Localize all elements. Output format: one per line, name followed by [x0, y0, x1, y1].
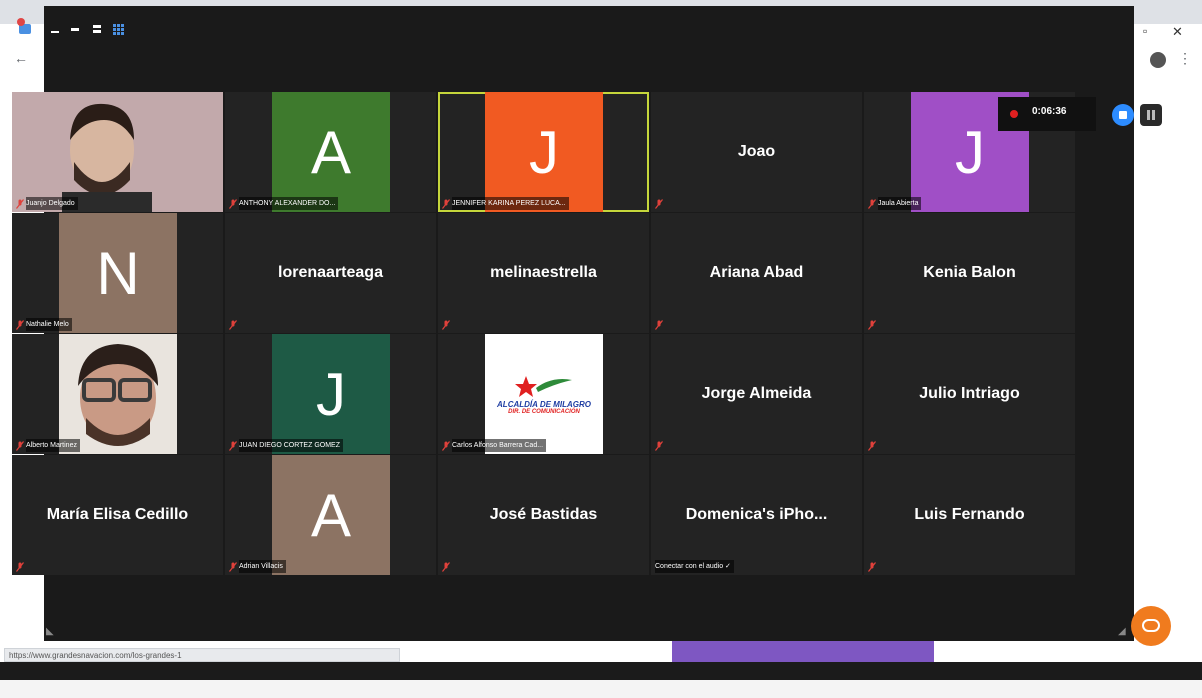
participant-video	[12, 334, 223, 454]
muted-mic-icon	[442, 199, 450, 209]
participant-name: melinaestrella	[490, 264, 597, 281]
participant-name: Jorge Almeida	[701, 385, 812, 402]
muted-mic-icon	[16, 199, 24, 209]
muted-mic-icon	[655, 441, 663, 451]
participant-label: Adrian Villacis	[239, 560, 286, 573]
participant-label: JUAN DIEGO CORTEZ GOMEZ	[239, 439, 343, 452]
muted-mic-icon	[16, 320, 24, 330]
muted-mic-icon	[655, 320, 663, 330]
participant-tile[interactable]: Juanjo Delgado	[12, 92, 223, 212]
participant-name: lorenaarteaga	[278, 264, 383, 281]
participant-name: Domenica's iPho...	[685, 506, 828, 523]
participant-label: JENNIFER KARINA PEREZ LUCA...	[452, 197, 569, 210]
muted-mic-icon	[16, 562, 24, 572]
participant-tile[interactable]: ALCALDÍA DE MILAGRO DIR. DE COMUNICACIÓN C…	[438, 334, 649, 454]
participant-label: Nathalie Melo	[26, 318, 72, 331]
browser-menu-icon[interactable]: ⋮	[1178, 50, 1192, 67]
participant-tile[interactable]: Luis Fernando	[864, 455, 1075, 575]
muted-mic-icon	[868, 199, 876, 209]
participant-tile[interactable]: Joao	[651, 92, 862, 212]
stop-icon	[1119, 111, 1127, 119]
connect-audio-label[interactable]: Conectar con el audio ✓	[655, 560, 734, 573]
participant-tile[interactable]: Alberto Martinez	[12, 334, 223, 454]
chat-bubble-button[interactable]	[1131, 606, 1171, 646]
participant-tile[interactable]: José Bastidas	[438, 455, 649, 575]
muted-mic-icon	[16, 441, 24, 451]
gallery-view-icon[interactable]	[113, 24, 124, 38]
chat-icon	[1142, 619, 1160, 632]
zoom-title-bar	[0, 0, 1202, 44]
browser-profile-avatar[interactable]	[1150, 52, 1166, 68]
resize-grip-left-icon[interactable]: ◣	[46, 626, 54, 637]
status-url-bar: https://www.grandesnavacion.com/los-gran…	[4, 648, 400, 662]
muted-mic-icon	[229, 199, 237, 209]
participant-tile[interactable]: J JUAN DIEGO CORTEZ GOMEZ	[225, 334, 436, 454]
minus-icon[interactable]	[70, 24, 80, 37]
recording-indicator: 0:06:36	[998, 97, 1096, 131]
taskbar-lower-area	[0, 680, 1202, 698]
logo-line-1: ALCALDÍA DE MILAGRO	[497, 399, 591, 409]
star-logo-icon	[515, 375, 572, 397]
stop-recording-button[interactable]	[1112, 104, 1134, 126]
muted-mic-icon	[868, 562, 876, 572]
participant-name: Luis Fernando	[914, 506, 1025, 523]
participant-tile[interactable]: A Adrian Villacis	[225, 455, 436, 575]
participant-name: Ariana Abad	[709, 264, 804, 281]
participant-tile[interactable]: J JENNIFER KARINA PEREZ LUCA...	[438, 92, 649, 212]
app-notification-icon	[16, 18, 34, 39]
participant-initial-avatar: A	[272, 92, 390, 212]
participant-label: Carlos Alfonso Barrera Cad...	[452, 439, 547, 452]
resize-grip-icon[interactable]: ◢	[1118, 626, 1126, 637]
muted-mic-icon	[229, 441, 237, 451]
participant-tile[interactable]: Domenica's iPho... Conectar con el audio …	[651, 455, 862, 575]
participant-tile[interactable]: A ANTHONY ALEXANDER DO...	[225, 92, 436, 212]
muted-mic-icon	[868, 441, 876, 451]
participant-initial-avatar: J	[485, 92, 603, 212]
page-banner-strip	[672, 641, 934, 663]
participant-name: Kenia Balon	[923, 264, 1016, 281]
participant-tile[interactable]: Ariana Abad	[651, 213, 862, 333]
participant-name: Julio Intriago	[919, 385, 1020, 402]
participant-logo: ALCALDÍA DE MILAGRO DIR. DE COMUNICACIÓN	[485, 334, 603, 454]
muted-mic-icon	[442, 562, 450, 572]
participant-name: José Bastidas	[489, 506, 598, 523]
participant-tile[interactable]: Jorge Almeida	[651, 334, 862, 454]
participant-tile[interactable]: lorenaarteaga	[225, 213, 436, 333]
muted-mic-icon	[442, 320, 450, 330]
participant-tile[interactable]: melinaestrella	[438, 213, 649, 333]
back-arrow-icon[interactable]: ←	[14, 50, 28, 66]
participant-tile[interactable]: Julio Intriago	[864, 334, 1075, 454]
recording-timer: 0:06:36	[1032, 106, 1067, 117]
participant-tile[interactable]: N Nathalie Melo	[12, 213, 223, 333]
participant-initial-avatar: N	[59, 213, 177, 333]
participant-initial-avatar: A	[272, 455, 390, 575]
participant-label: ANTHONY ALEXANDER DO...	[239, 197, 339, 210]
participant-label: Juanjo Delgado	[26, 197, 78, 210]
participant-video	[12, 92, 223, 212]
pause-icon	[1147, 110, 1155, 120]
pause-recording-button[interactable]	[1140, 104, 1162, 126]
minimize-icon[interactable]	[50, 24, 60, 37]
muted-mic-icon	[229, 562, 237, 572]
muted-mic-icon	[229, 320, 237, 330]
participant-initial-avatar: J	[272, 334, 390, 454]
logo-line-2: DIR. DE COMUNICACIÓN	[508, 408, 580, 415]
muted-mic-icon	[655, 199, 663, 209]
participant-tile[interactable]: Kenia Balon	[864, 213, 1075, 333]
participant-label: Alberto Martinez	[26, 439, 80, 452]
participant-tile[interactable]: María Elisa Cedillo	[12, 455, 223, 575]
participant-name: Joao	[737, 143, 776, 160]
muted-mic-icon	[442, 441, 450, 451]
participant-label: Jaula Abierta	[878, 197, 922, 210]
speaker-view-icon[interactable]	[92, 24, 102, 37]
muted-mic-icon	[868, 320, 876, 330]
recording-dot-icon	[1010, 110, 1018, 118]
participant-name: María Elisa Cedillo	[46, 506, 189, 523]
